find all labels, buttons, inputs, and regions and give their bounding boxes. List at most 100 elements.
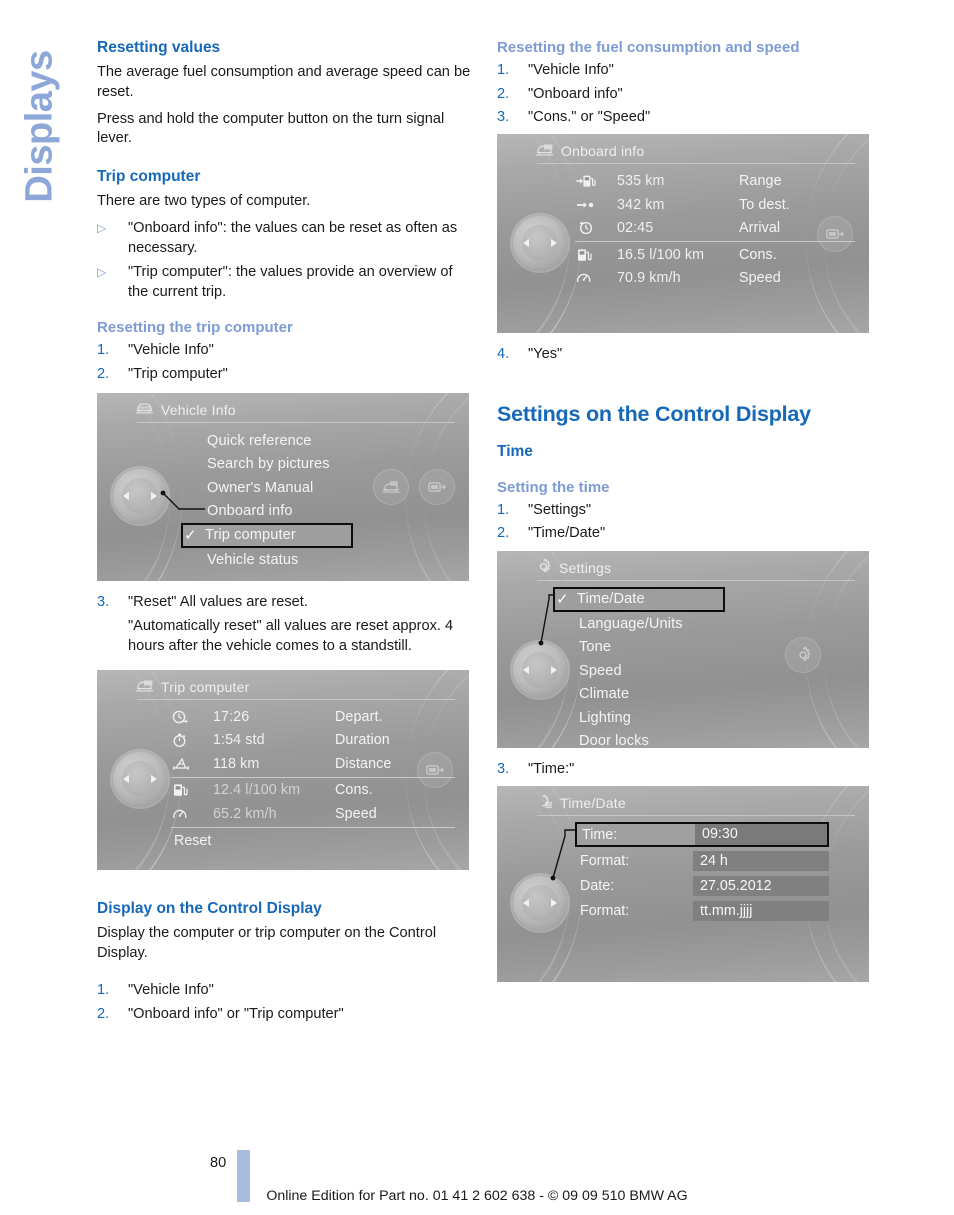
form-row-date-format[interactable]: Format: tt.mm.jjjj <box>575 899 829 923</box>
data-table: 17:26 Depart. 1:54 std Duration 118 km D… <box>171 705 455 849</box>
form-value[interactable]: tt.mm.jjjj <box>693 900 829 921</box>
menu-item-quick-reference[interactable]: ✓ Quick reference <box>183 429 459 453</box>
menu-item-climate[interactable]: ✓ Climate <box>555 682 859 706</box>
distance-icon <box>171 756 213 772</box>
menu-item-label: Tone <box>579 639 612 656</box>
bullet-text: "Trip computer": the values provide an o… <box>128 264 453 300</box>
step-number: 3. <box>97 593 110 610</box>
heading-setting-the-time: Setting the time <box>497 478 610 496</box>
step-text: "Onboard info" <box>528 85 623 102</box>
fuel-pump-icon <box>575 247 617 263</box>
display-icon[interactable] <box>417 752 453 789</box>
cell-label: Arrival <box>739 220 781 237</box>
arrow-right-icon <box>551 899 557 908</box>
menu-item-owners-manual[interactable]: ✓ Owner's Manual <box>183 476 459 500</box>
cell-value: 118 km <box>213 755 260 772</box>
table-row: 118 km Distance <box>171 752 455 776</box>
screen-header: Onboard info <box>535 140 869 162</box>
header-divider <box>137 421 455 423</box>
menu-item-label: Language/Units <box>579 615 683 632</box>
cell-value: 16.5 l/100 km <box>617 246 705 263</box>
list-item: 2. "Onboard info" <box>497 85 872 104</box>
screen-onboard-info: Onboard info 535 km Range 342 km To dest… <box>497 134 869 334</box>
heading-trip-computer: Trip computer <box>97 167 201 185</box>
heading-settings-on-control-display: Settings on the Control Display <box>497 401 811 426</box>
menu-item-vehicle-status[interactable]: ✓ Vehicle status <box>183 548 459 572</box>
table-row: 65.2 km/h Speed <box>171 802 455 826</box>
step-number: 4. <box>497 346 510 363</box>
steps-reset-trip-computer: 1. "Vehicle Info" 2. "Trip computer" <box>97 341 472 384</box>
step-text: "Reset" All values are reset. <box>128 593 308 610</box>
chapter-title: Displays <box>18 50 61 203</box>
cell-label: Depart. <box>335 708 383 725</box>
steps-reset-fuel: 1. "Vehicle Info" 2. "Onboard info" 3. "… <box>497 61 872 127</box>
form-row-date[interactable]: Date: 27.05.2012 <box>575 874 829 898</box>
arrow-right-icon <box>151 775 157 784</box>
check-icon: ✓ <box>186 432 207 450</box>
bullet-text: "Onboard info": the values can be reset … <box>128 220 458 256</box>
list-item: 2. "Time/Date" <box>497 524 872 543</box>
check-icon: ✓ <box>186 455 207 473</box>
table-row: 17:26 Depart. <box>171 705 455 729</box>
form-row-time[interactable]: Time: 09:30 <box>575 822 829 848</box>
header-divider <box>537 815 855 817</box>
form-row-time-format[interactable]: Format: 24 h <box>575 849 829 873</box>
table-row: 02:45 Arrival <box>575 216 855 240</box>
menu-item-door-locks[interactable]: ✓ Door locks <box>555 729 859 748</box>
step-subtext: "Automatically reset" all values are res… <box>128 618 454 654</box>
table-row: 70.9 km/h Speed <box>575 266 855 290</box>
to-destination-icon <box>575 197 617 213</box>
step-text: "Vehicle Info" <box>528 62 614 79</box>
chapter-side-tab: Displays <box>0 30 80 250</box>
cell-label: Duration <box>335 732 390 749</box>
arrow-left-icon <box>123 491 129 500</box>
reset-menu-item[interactable]: Reset <box>171 829 455 849</box>
gear-icon[interactable] <box>785 636 821 673</box>
menu-item-trip-computer[interactable]: ✓ Trip computer <box>181 522 353 548</box>
screen-title: Onboard info <box>561 143 645 160</box>
knob-lobe <box>105 477 137 514</box>
check-icon: ✓ <box>558 709 579 727</box>
list-item: 1. "Vehicle Info" <box>97 341 472 360</box>
header-divider <box>537 163 855 165</box>
vehicle-icon[interactable] <box>373 468 409 505</box>
cell-value: 02:45 <box>617 220 654 237</box>
form-value[interactable]: 24 h <box>693 850 829 871</box>
trip-computer-icon <box>535 143 554 160</box>
idrive-controller-knob[interactable] <box>505 216 567 271</box>
car-front-icon <box>135 401 154 418</box>
menu-item-label: Lighting <box>579 709 631 726</box>
range-icon <box>575 173 617 189</box>
menu-item-label: Time/Date <box>577 591 645 608</box>
screen-title: Time/Date <box>560 795 626 812</box>
menu-item-search-by-pictures[interactable]: ✓ Search by pictures <box>183 452 459 476</box>
menu-item-onboard-info[interactable]: ✓ Onboard info <box>183 499 459 523</box>
screen-title: Vehicle Info <box>161 401 236 418</box>
menu-item-time-date[interactable]: ✓ Time/Date <box>553 586 725 612</box>
row-separator <box>171 776 455 778</box>
form-value[interactable]: 27.05.2012 <box>693 875 829 896</box>
menu-item-lighting[interactable]: ✓ Lighting <box>555 706 859 730</box>
step-text: "Trip computer" <box>128 365 228 382</box>
knob-lobe <box>505 651 537 688</box>
list-item: 4. "Yes" <box>497 345 872 364</box>
cell-value: 17:26 <box>213 708 250 725</box>
form-label: Format: <box>580 852 630 869</box>
check-icon: ✓ <box>556 591 569 609</box>
idrive-controller-knob[interactable] <box>505 876 567 931</box>
paragraph-display-description: Display the computer or trip computer on… <box>97 925 437 961</box>
idrive-controller-knob[interactable] <box>105 468 167 523</box>
steps-display-control-display: 1. "Vehicle Info" 2. "Onboard info" or "… <box>97 981 472 1024</box>
screen-vehicle-info: Vehicle Info ✓ Quick reference ✓ Search … <box>97 392 469 581</box>
menu-item-label: Owner's Manual <box>207 479 314 496</box>
menu-item-label: Climate <box>579 686 630 703</box>
form-value[interactable]: 09:30 <box>695 824 827 846</box>
menu-item-language-units[interactable]: ✓ Language/Units <box>555 612 859 636</box>
display-icon[interactable] <box>419 468 455 505</box>
step-text: "Yes" <box>528 346 563 363</box>
form-rows: Time: 09:30 Format: 24 h Date: 27.05.201… <box>575 822 829 924</box>
cell-value: 1:54 std <box>213 732 265 749</box>
table-row: 1:54 std Duration <box>171 729 455 753</box>
idrive-controller-knob[interactable] <box>105 752 167 807</box>
step-number: 1. <box>97 342 110 359</box>
